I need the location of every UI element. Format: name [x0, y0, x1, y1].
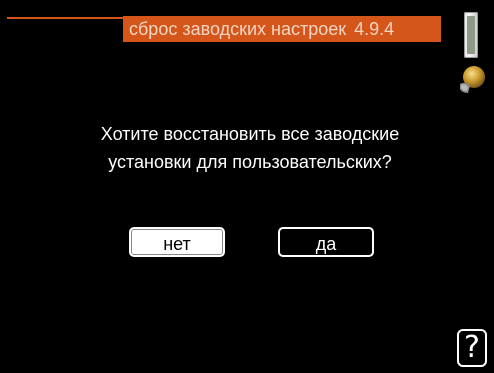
menu-number: 4.9.4 [354, 19, 395, 39]
title-bar: сброс заводских настроек 4.9.4 [123, 16, 441, 42]
scrollbar-icon[interactable] [464, 12, 478, 58]
dialog-prompt: Хотите восстановить все заводские устано… [30, 120, 470, 176]
control-knob-icon [460, 66, 485, 93]
prompt-line-1: Хотите восстановить все заводские [100, 124, 400, 144]
title-accent-line [7, 17, 123, 19]
yes-button[interactable]: да [278, 227, 374, 257]
prompt-line-2: установки для пользовательских? [108, 152, 392, 172]
display-screen: сброс заводских настроек 4.9.4 Хотите вос… [0, 0, 494, 373]
no-button[interactable]: нет [129, 227, 225, 257]
scrollbar-thumb[interactable] [467, 16, 475, 54]
page-title: сброс заводских настроек [129, 19, 347, 39]
help-icon[interactable]: ? [457, 329, 487, 367]
